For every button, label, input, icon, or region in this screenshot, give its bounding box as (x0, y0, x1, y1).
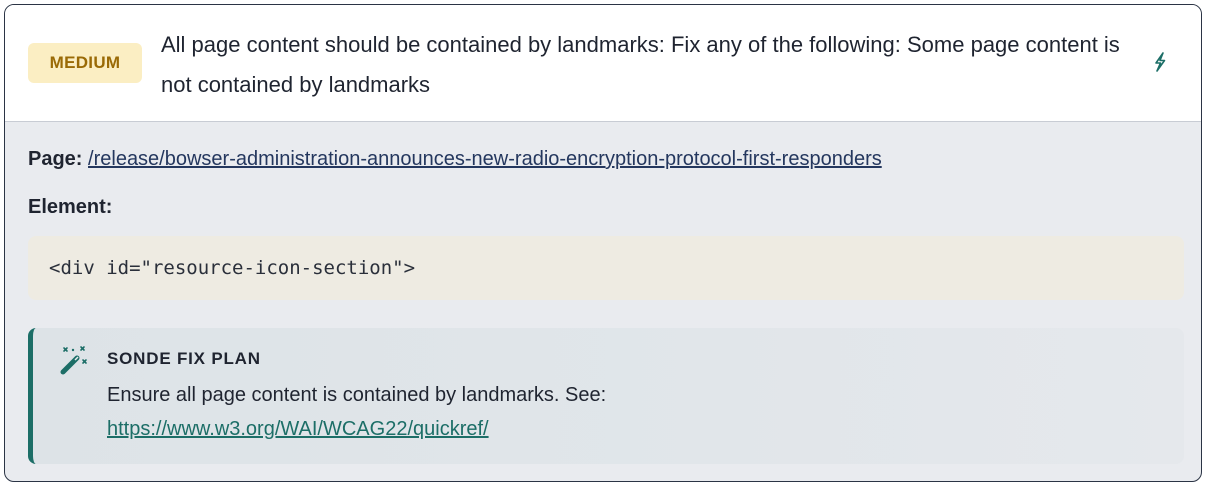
element-code: <div id="resource-icon-section"> (49, 257, 416, 279)
issue-card: MEDIUM All page content should be contai… (4, 4, 1202, 482)
severity-badge: MEDIUM (28, 43, 142, 83)
magic-wand-icon (60, 346, 87, 375)
fix-plan-title: SONDE FIX PLAN (107, 349, 261, 368)
page-line: Page: /release/bowser-administration-ann… (28, 146, 882, 172)
issue-header: MEDIUM All page content should be contai… (5, 5, 1201, 122)
page-label: Page: (28, 148, 83, 170)
fix-plan-description: Ensure all page content is contained by … (107, 384, 607, 406)
fix-plan-link[interactable]: https://www.w3.org/WAI/WCAG22/quickref/ (107, 418, 489, 440)
fix-plan-text: Ensure all page content is contained by … (107, 378, 606, 446)
issue-title: All page content should be contained by … (161, 32, 1120, 97)
bolt-icon[interactable] (1149, 51, 1171, 73)
page-url-link[interactable]: /release/bowser-administration-announces… (88, 148, 882, 170)
issue-details: Page: /release/bowser-administration-ann… (5, 122, 1201, 481)
element-label: Element: (28, 196, 113, 218)
element-code-block: <div id="resource-icon-section"> (28, 236, 1184, 300)
fix-plan-panel: SONDE FIX PLAN Ensure all page content i… (28, 328, 1184, 464)
